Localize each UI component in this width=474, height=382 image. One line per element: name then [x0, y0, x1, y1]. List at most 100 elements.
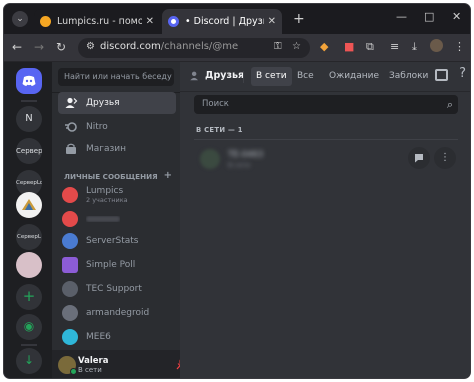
- profile-avatar[interactable]: [430, 39, 443, 52]
- reload-icon[interactable]: ↻: [56, 40, 66, 54]
- close-tab-icon[interactable]: ✕: [146, 16, 154, 27]
- dm-item[interactable]: MEE6: [58, 326, 176, 348]
- dm-item[interactable]: TEC Support: [58, 278, 176, 300]
- search-icon: ⌕: [446, 98, 453, 111]
- nav-shop-label: Магазин: [86, 144, 127, 154]
- nitro-icon: [64, 120, 78, 134]
- friends-main: Друзья В сети Все Ожидание Заблоки ? Пои…: [180, 62, 470, 378]
- message-icon[interactable]: [408, 147, 430, 169]
- site-info-icon[interactable]: ⚙: [86, 41, 95, 52]
- friend-status: В сети: [228, 161, 251, 169]
- browser-window: ⌄ Lumpics.ru - помощь с компь… ✕ • Disco…: [3, 3, 471, 379]
- dm-avatar: [62, 211, 78, 227]
- tab-pending[interactable]: Ожидание: [324, 67, 384, 86]
- dm-header-label: ЛИЧНЫЕ СООБЩЕНИЯ: [64, 172, 158, 181]
- dm-name: Lumpics: [86, 186, 124, 196]
- nav-shop[interactable]: Магазин: [58, 138, 176, 160]
- friends-header-icon: [189, 70, 201, 85]
- dm-avatar: [62, 257, 78, 273]
- header-divider: [243, 71, 244, 83]
- browser-tab-lumpics[interactable]: Lumpics.ru - помощь с компь… ✕: [34, 9, 160, 34]
- blurred-name: [86, 216, 120, 222]
- dm-item[interactable]: [58, 208, 176, 230]
- server-image-icon[interactable]: [16, 192, 42, 218]
- reading-list-icon[interactable]: ≡: [390, 40, 399, 53]
- nav-friends[interactable]: Друзья: [58, 92, 176, 114]
- server-avatar-icon[interactable]: [16, 252, 42, 278]
- close-tab-icon[interactable]: ✕: [268, 16, 276, 27]
- user-status: В сети: [78, 366, 102, 374]
- server-logo-icon: [22, 199, 36, 210]
- list-divider: [194, 139, 458, 140]
- tab-all[interactable]: Все: [292, 67, 319, 86]
- metamask-icon[interactable]: ◆: [320, 40, 328, 53]
- nav-nitro-label: Nitro: [86, 122, 108, 132]
- lumpics-favicon-icon: [40, 16, 51, 27]
- download-apps-icon[interactable]: ↓: [16, 348, 42, 374]
- dm-avatar: [62, 281, 78, 297]
- maximize-button[interactable]: □: [424, 10, 434, 23]
- new-tab-button[interactable]: +: [293, 11, 305, 27]
- explore-servers-icon[interactable]: ◉: [16, 314, 42, 340]
- dm-text: TEC Support: [86, 284, 142, 294]
- dm-item[interactable]: Simple Poll: [58, 254, 176, 276]
- server-n[interactable]: N: [16, 106, 42, 132]
- dm-subtitle: 2 участника: [86, 196, 128, 204]
- extensions-puzzle-icon[interactable]: ⧉: [366, 40, 374, 54]
- tab-search-icon[interactable]: ⌄: [12, 11, 28, 27]
- tab-blocked[interactable]: Заблоки: [384, 67, 433, 86]
- server-serverl[interactable]: СерверL: [16, 224, 42, 250]
- friends-top-bar: Друзья В сети Все Ожидание Заблоки ?: [180, 62, 470, 92]
- friends-search-input[interactable]: Поиск ⌕: [194, 95, 458, 114]
- user-name: Valera: [78, 356, 109, 366]
- help-icon[interactable]: ?: [459, 66, 466, 81]
- dm-text: ServerStats: [86, 236, 139, 246]
- create-dm-button[interactable]: +: [164, 170, 172, 181]
- discord-home-icon[interactable]: [16, 68, 42, 94]
- dm-avatar: [62, 187, 78, 203]
- dm-text: Simple Poll: [86, 260, 135, 270]
- browser-tab-bar: ⌄ Lumpics.ru - помощь с компь… ✕ • Disco…: [4, 4, 470, 34]
- nav-nitro[interactable]: Nitro: [58, 116, 176, 138]
- dm-avatar: [62, 233, 78, 249]
- dm-text: MEE6: [86, 332, 111, 342]
- inbox-icon[interactable]: [435, 69, 448, 81]
- search-placeholder: Поиск: [202, 99, 229, 109]
- bookmark-star-icon[interactable]: ☆: [292, 41, 301, 52]
- guild-separator: [21, 344, 37, 346]
- find-conversation-button[interactable]: Найти или начать беседу: [58, 68, 174, 86]
- forward-icon[interactable]: →: [34, 40, 44, 54]
- friend-list-item[interactable]: TE-0463 В сети ⋮: [194, 141, 458, 179]
- dm-name: MEE6: [86, 332, 111, 342]
- dm-avatar: [62, 329, 78, 345]
- browser-menu-icon[interactable]: ⋮: [454, 40, 465, 53]
- back-icon[interactable]: ←: [12, 40, 22, 54]
- dm-avatar: [62, 305, 78, 321]
- key-icon[interactable]: ⚿: [274, 41, 282, 52]
- tab-online[interactable]: В сети: [251, 67, 292, 86]
- nav-friends-label: Друзья: [86, 98, 120, 108]
- dm-name: ServerStats: [86, 236, 139, 246]
- extension-red-icon[interactable]: ■: [344, 40, 354, 53]
- url-path: /channels/@me: [160, 41, 239, 52]
- online-status-icon: [70, 368, 77, 375]
- discord-favicon-icon: [168, 16, 179, 27]
- friends-icon: [64, 96, 78, 110]
- friend-name: TE-0463: [228, 150, 264, 160]
- server-server[interactable]: Сервер: [16, 138, 42, 164]
- url-bar[interactable]: ⚙ discord.com/channels/@me ⚿ ☆: [78, 38, 310, 58]
- minimize-button[interactable]: —: [396, 10, 407, 23]
- add-server-icon[interactable]: +: [16, 284, 42, 310]
- download-icon[interactable]: ⤓: [412, 40, 417, 54]
- dm-item[interactable]: armandegroid: [58, 302, 176, 324]
- browser-tab-discord[interactable]: • Discord | Друзья ✕: [162, 9, 282, 34]
- dm-item[interactable]: Lumpics 2 участника: [58, 184, 176, 206]
- friend-avatar: [200, 149, 220, 169]
- server-list: N Сервер СерверLo СерверL + ◉ ↓: [4, 62, 52, 378]
- window-close-button[interactable]: ✕: [452, 10, 461, 23]
- more-options-icon[interactable]: ⋮: [434, 147, 456, 169]
- dm-text: Lumpics 2 участника: [86, 186, 128, 204]
- dm-section-header: ЛИЧНЫЕ СООБЩЕНИЯ +: [64, 170, 172, 181]
- dm-item[interactable]: ServerStats: [58, 230, 176, 252]
- dm-name: armandegroid: [86, 308, 150, 318]
